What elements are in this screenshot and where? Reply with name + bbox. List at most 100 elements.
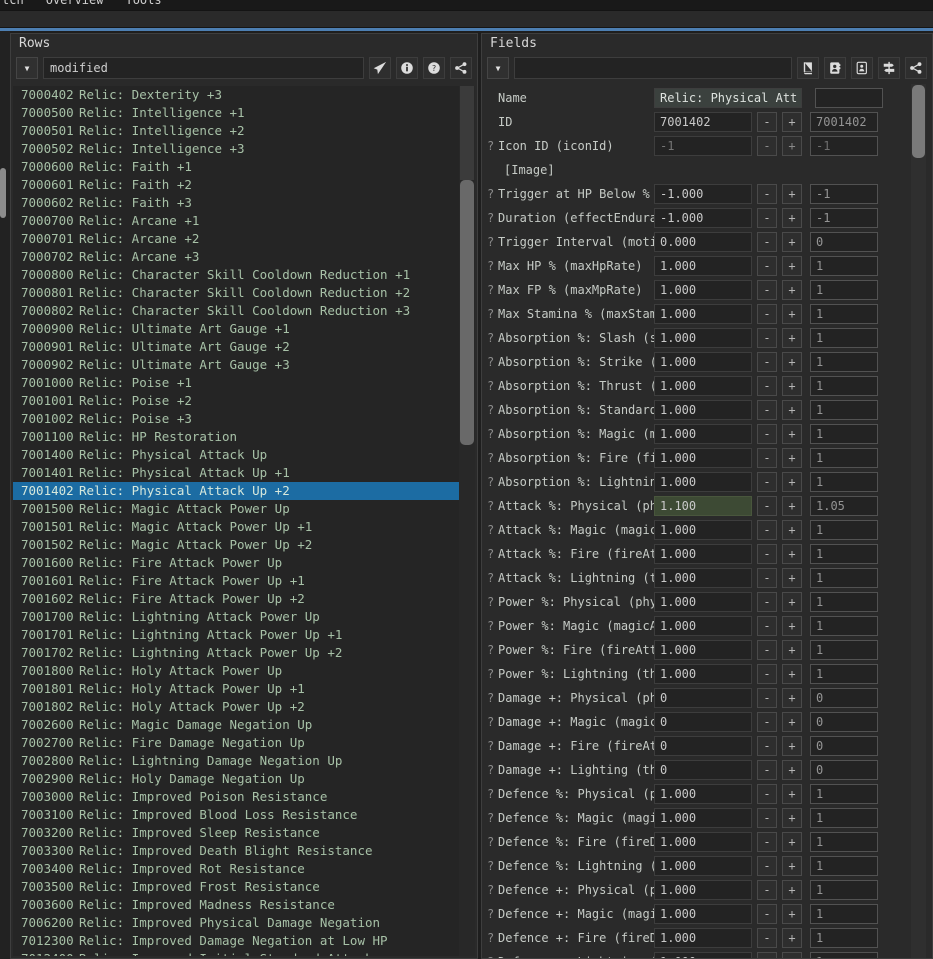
increment-button[interactable]: +: [782, 640, 802, 660]
table-row[interactable]: 7000601Relic: Faith +2: [13, 176, 475, 194]
table-row[interactable]: 7001402Relic: Physical Attack Up +2: [13, 482, 475, 500]
table-row[interactable]: 7001502Relic: Magic Attack Power Up +2: [13, 536, 475, 554]
menu-item-tools[interactable]: Tools: [125, 0, 161, 7]
increment-button[interactable]: +: [782, 688, 802, 708]
table-row[interactable]: 7001401Relic: Physical Attack Up +1: [13, 464, 475, 482]
table-row[interactable]: 7000801Relic: Character Skill Cooldown R…: [13, 284, 475, 302]
decrement-button[interactable]: -: [757, 928, 777, 948]
increment-button[interactable]: +: [782, 256, 802, 276]
field-value-input[interactable]: 1.000: [654, 520, 752, 540]
table-row[interactable]: 7003300Relic: Improved Death Blight Resi…: [13, 842, 475, 860]
field-value-input[interactable]: 0: [654, 712, 752, 732]
fields-scrollbar[interactable]: [911, 84, 926, 958]
increment-button[interactable]: +: [782, 496, 802, 516]
table-row[interactable]: 7001700Relic: Lightning Attack Power Up: [13, 608, 475, 626]
table-row[interactable]: 7003000Relic: Improved Poison Resistance: [13, 788, 475, 806]
table-row[interactable]: 7001702Relic: Lightning Attack Power Up …: [13, 644, 475, 662]
decrement-button[interactable]: -: [757, 352, 777, 372]
increment-button[interactable]: +: [782, 472, 802, 492]
decrement-button[interactable]: -: [757, 208, 777, 228]
table-row[interactable]: 7001602Relic: Fire Attack Power Up +2: [13, 590, 475, 608]
increment-button[interactable]: +: [782, 376, 802, 396]
field-value-input[interactable]: 1.000: [654, 856, 752, 876]
field-value-input[interactable]: 1.000: [654, 952, 752, 958]
decrement-button[interactable]: -: [757, 496, 777, 516]
table-row[interactable]: 7000701Relic: Arcane +2: [13, 230, 475, 248]
increment-button[interactable]: +: [782, 616, 802, 636]
decrement-button[interactable]: -: [757, 472, 777, 492]
increment-button[interactable]: +: [782, 304, 802, 324]
table-row[interactable]: 7001400Relic: Physical Attack Up: [13, 446, 475, 464]
decrement-button[interactable]: -: [757, 592, 777, 612]
increment-button[interactable]: +: [782, 232, 802, 252]
decrement-button[interactable]: -: [757, 856, 777, 876]
table-row[interactable]: 7001000Relic: Poise +1: [13, 374, 475, 392]
decrement-button[interactable]: -: [757, 376, 777, 396]
table-row[interactable]: 7001501Relic: Magic Attack Power Up +1: [13, 518, 475, 536]
field-value-input[interactable]: 1.000: [654, 256, 752, 276]
increment-button[interactable]: +: [782, 448, 802, 468]
decrement-button[interactable]: -: [757, 400, 777, 420]
table-row[interactable]: 7001001Relic: Poise +2: [13, 392, 475, 410]
field-value-input[interactable]: 1.000: [654, 592, 752, 612]
menu-item-partial[interactable]: tch: [2, 0, 24, 7]
field-value-input[interactable]: 1.000: [654, 352, 752, 372]
table-row[interactable]: 7001600Relic: Fire Attack Power Up: [13, 554, 475, 572]
rows-scrollbar-thumb[interactable]: [460, 180, 474, 445]
rows-filter-dropdown-button[interactable]: ▼: [16, 57, 38, 79]
table-row[interactable]: 7000802Relic: Character Skill Cooldown R…: [13, 302, 475, 320]
decrement-button[interactable]: -: [757, 808, 777, 828]
increment-button[interactable]: +: [782, 856, 802, 876]
decrement-button[interactable]: -: [757, 736, 777, 756]
increment-button[interactable]: +: [782, 184, 802, 204]
table-row[interactable]: 7003600Relic: Improved Madness Resistanc…: [13, 896, 475, 914]
table-row[interactable]: 7001500Relic: Magic Attack Power Up: [13, 500, 475, 518]
field-value-input[interactable]: 1.000: [654, 904, 752, 924]
table-row[interactable]: 7000902Relic: Ultimate Art Gauge +3: [13, 356, 475, 374]
decrement-button[interactable]: -: [757, 448, 777, 468]
table-row[interactable]: 7000501Relic: Intelligence +2: [13, 122, 475, 140]
decrement-button[interactable]: -: [757, 664, 777, 684]
field-value-input[interactable]: 0: [654, 760, 752, 780]
decrement-button[interactable]: -: [757, 232, 777, 252]
table-row[interactable]: 7001100Relic: HP Restoration: [13, 428, 475, 446]
table-row[interactable]: 7012400Relic: Improved Initial Standard …: [13, 950, 475, 956]
rows-scrollbar-track-upper[interactable]: [460, 86, 474, 180]
increment-button[interactable]: +: [782, 664, 802, 684]
decrement-button[interactable]: -: [757, 640, 777, 660]
decrement-button[interactable]: -: [757, 952, 777, 958]
field-value-input[interactable]: -1.000: [654, 184, 752, 204]
increment-button[interactable]: +: [782, 880, 802, 900]
table-row[interactable]: 7000900Relic: Ultimate Art Gauge +1: [13, 320, 475, 338]
field-value-input[interactable]: -1.000: [654, 208, 752, 228]
table-row[interactable]: 7000500Relic: Intelligence +1: [13, 104, 475, 122]
field-value-input[interactable]: 1.000: [654, 424, 752, 444]
table-row[interactable]: 7012300Relic: Improved Damage Negation a…: [13, 932, 475, 950]
rows-search-input[interactable]: [43, 57, 364, 79]
decrement-button[interactable]: -: [757, 784, 777, 804]
table-row[interactable]: 7001601Relic: Fire Attack Power Up +1: [13, 572, 475, 590]
table-row[interactable]: 7000800Relic: Character Skill Cooldown R…: [13, 266, 475, 284]
increment-button[interactable]: +: [782, 808, 802, 828]
table-row[interactable]: 7001701Relic: Lightning Attack Power Up …: [13, 626, 475, 644]
table-row[interactable]: 7002900Relic: Holy Damage Negation Up: [13, 770, 475, 788]
decrement-button[interactable]: -: [757, 832, 777, 852]
fields-filter-dropdown-button[interactable]: ▼: [487, 57, 509, 79]
field-value-input[interactable]: 1.000: [654, 664, 752, 684]
table-row[interactable]: 7000402Relic: Dexterity +3: [13, 86, 475, 104]
decrement-button[interactable]: -: [757, 424, 777, 444]
rows-info-button[interactable]: [396, 57, 418, 79]
rows-pin-groups-button[interactable]: [450, 57, 472, 79]
table-row[interactable]: 7000702Relic: Arcane +3: [13, 248, 475, 266]
decrement-button[interactable]: -: [757, 136, 777, 156]
increment-button[interactable]: +: [782, 136, 802, 156]
field-value-input[interactable]: 1.000: [654, 616, 752, 636]
field-value-input[interactable]: 1.100: [654, 496, 752, 516]
increment-button[interactable]: +: [782, 760, 802, 780]
increment-button[interactable]: +: [782, 832, 802, 852]
field-value-input[interactable]: Relic: Physical Att: [654, 88, 802, 108]
field-value-input[interactable]: 1.000: [654, 280, 752, 300]
gutter-scrollbar-thumb[interactable]: [0, 168, 6, 218]
field-value-input[interactable]: 1.000: [654, 808, 752, 828]
field-value-input[interactable]: 0.000: [654, 232, 752, 252]
